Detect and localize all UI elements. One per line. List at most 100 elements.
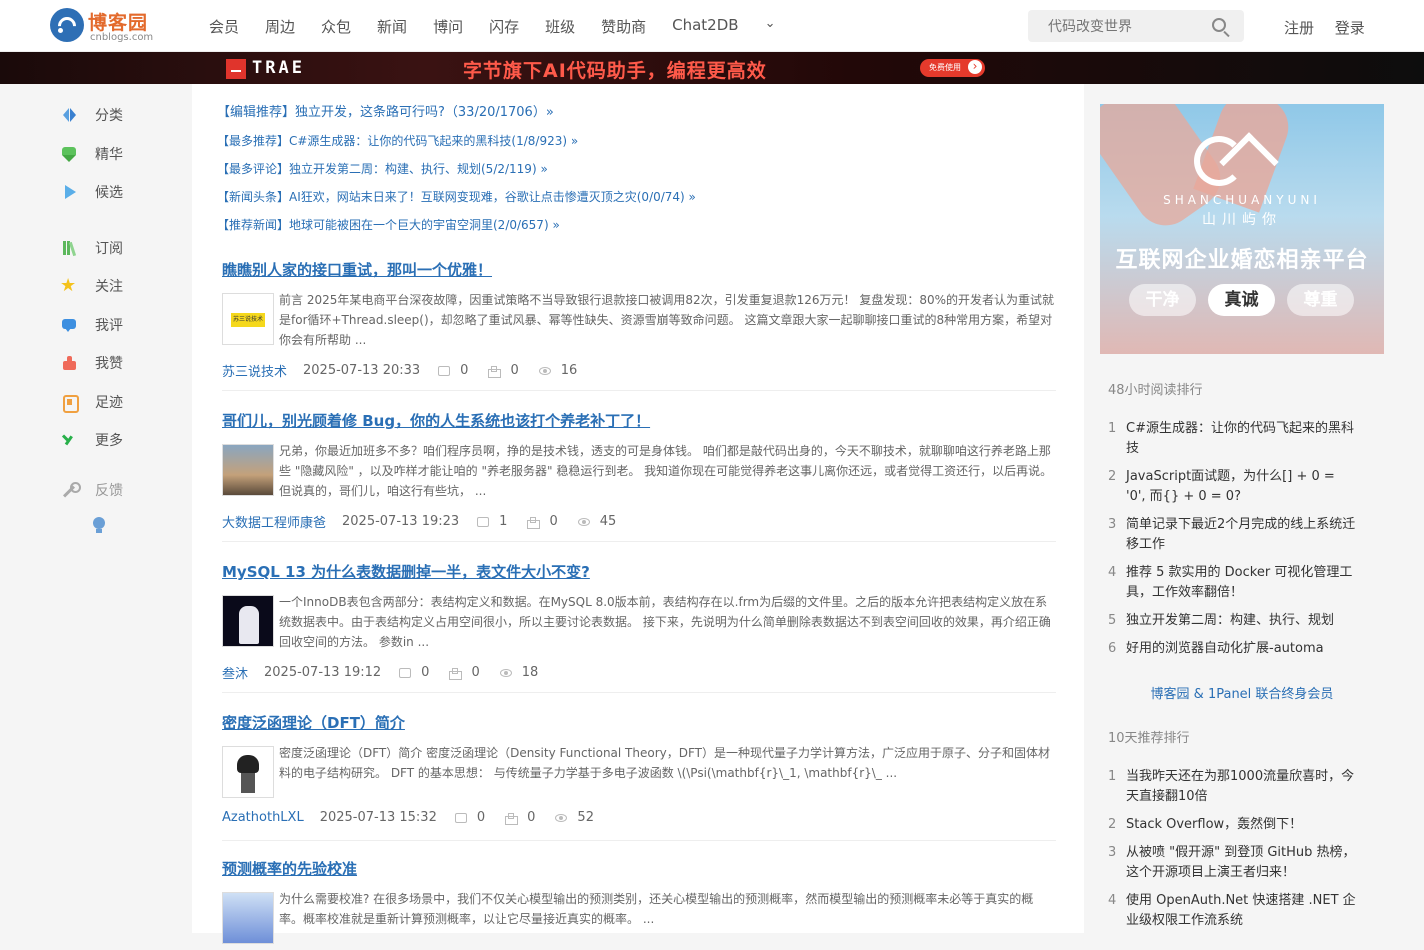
thumbs-up-icon[interactable] <box>449 667 463 680</box>
recommend-link[interactable]: 【最多推荐】C#源生成器：让你的代码飞起来的黑科技(1/8/923) » <box>217 133 696 161</box>
author-avatar[interactable]: 苏三说技术 <box>222 293 274 345</box>
author-avatar[interactable] <box>222 444 274 496</box>
comment-count: 0 <box>421 665 430 680</box>
comment-icon[interactable] <box>477 516 490 527</box>
rank-item[interactable]: 6 好用的浏览器自动化扩展-automa <box>1100 639 1358 659</box>
post-title-link[interactable]: MySQL 13 为什么表数据删掉一半，表文件大小不变? <box>222 561 590 583</box>
rank-item[interactable]: 1 当我昨天还在为那1000流量欣喜时，今天直接翻10倍 <box>1100 767 1358 807</box>
sidebar-item-label: 反馈 <box>95 483 123 499</box>
sidebar-item-my-comments[interactable]: 我评 <box>60 314 123 336</box>
play-icon <box>60 183 78 201</box>
like-count: 0 <box>510 363 519 378</box>
like-icon <box>60 354 78 372</box>
side-ad-banner[interactable]: SHANCHUANYUNI 山川屿你 互联网企业婚恋相亲平台 干净 真诚 尊重 <box>1100 104 1384 354</box>
post-author-link[interactable]: 苏三说技术 <box>222 361 287 380</box>
nav-item-class[interactable]: 班级 <box>545 16 575 37</box>
chevron-down-icon[interactable]: ⌄ <box>765 16 776 37</box>
post-title-link[interactable]: 瞧瞧别人家的接口重试，那叫一个优雅！ <box>222 259 492 281</box>
post-feed: 【编辑推荐】独立开发，这条路可行吗?（33/20/1706）» 【最多推荐】C#… <box>192 84 1084 944</box>
comment-icon[interactable] <box>438 365 451 376</box>
author-avatar[interactable] <box>222 892 274 944</box>
rank-item[interactable]: 4 使用 OpenAuth.Net 快速搭建 .NET 企业级权限工作流系统 <box>1100 891 1358 931</box>
post-title-link[interactable]: 预测概率的先验校准 <box>222 858 357 880</box>
register-link[interactable]: 注册 <box>1284 19 1314 37</box>
ad-tag: 真诚 <box>1208 284 1275 316</box>
thumbs-up-icon[interactable] <box>505 812 519 825</box>
comment-count: 0 <box>460 363 469 378</box>
login-link[interactable]: 登录 <box>1335 19 1365 37</box>
sidebar-item-category[interactable]: 分类 <box>60 104 123 126</box>
rank-item-title: 使用 OpenAuth.Net 快速搭建 .NET 企业级权限工作流系统 <box>1126 893 1356 928</box>
site-logo[interactable]: 博客园 cnblogs.com <box>50 8 160 44</box>
sidebar-item-label: 候选 <box>95 185 123 201</box>
post-title-link[interactable]: 哥们儿，别光顾着修 Bug，你的人生系统也该打个养老补丁了！ <box>222 410 650 432</box>
star-icon: ★ <box>60 275 77 296</box>
sidebar-item-candidate[interactable]: 候选 <box>60 181 123 203</box>
trae-logo-icon <box>226 59 246 79</box>
search-icon[interactable] <box>1212 18 1226 32</box>
recommend-link[interactable]: 【新闻头条】AI狂欢，网站末日来了！互联网变现难，谷歌让点击惨遭灭顶之灾(0/0… <box>217 189 696 217</box>
author-avatar[interactable] <box>222 746 274 798</box>
post-author-link[interactable]: AzathothLXL <box>222 810 304 825</box>
post-date: 2025-07-13 20:33 <box>303 363 421 378</box>
sidebar-item-subscribe[interactable]: 订阅 <box>60 237 123 259</box>
recommend-link[interactable]: 【推荐新闻】地球可能被困在一个巨大的宇宙空洞里(2/0/657) » <box>217 217 696 245</box>
post-item: 瞧瞧别人家的接口重试，那叫一个优雅！ 苏三说技术 前言 2025年某电商平台深夜… <box>222 259 1056 391</box>
rank-item[interactable]: 5 独立开发第二周：构建、执行、规划 <box>1100 611 1358 631</box>
nav-item-crowd[interactable]: 众包 <box>321 16 351 37</box>
rank-number: 1 <box>1108 421 1117 436</box>
rank-item[interactable]: 3 简单记录下最近2个月完成的线上系统迁移工作 <box>1100 515 1358 555</box>
sidebar-item-feedback[interactable]: 反馈 <box>60 479 123 501</box>
partner-link[interactable]: 博客园 & 1Panel 联合终身会员 <box>1100 683 1384 702</box>
post-summary: 一个InnoDB表包含两部分：表结构定义和数据。在MySQL 8.0版本前，表结… <box>279 595 1051 649</box>
recommend-link[interactable]: 【编辑推荐】独立开发，这条路可行吗?（33/20/1706）» <box>217 105 696 133</box>
lightbulb-icon[interactable] <box>93 517 105 533</box>
sidebar-item-label: 分类 <box>95 108 123 124</box>
sidebar-item-follow[interactable]: ★ 关注 <box>60 275 123 297</box>
post-date: 2025-07-13 19:23 <box>342 514 460 529</box>
comment-icon[interactable] <box>399 667 412 678</box>
rank-item[interactable]: 1 C#源生成器：让你的代码飞起来的黑科技 <box>1100 419 1358 459</box>
post-title-link[interactable]: 密度泛函理论（DFT）简介 <box>222 712 405 734</box>
nav-item-news[interactable]: 新闻 <box>377 16 407 37</box>
nav-item-flash[interactable]: 闪存 <box>489 16 519 37</box>
ad-brand-en: SHANCHUANYUNI <box>1163 193 1321 207</box>
ad-banner[interactable]: TRAE 字节旗下AI代码助手，编程更高效 免费使用 <box>0 52 1424 84</box>
comment-count: 1 <box>499 514 508 529</box>
sidebar-item-label: 足迹 <box>95 395 123 411</box>
nav-item-chat2db[interactable]: Chat2DB <box>672 16 738 37</box>
post-date: 2025-07-13 19:12 <box>264 665 382 680</box>
rank-item[interactable]: 4 推荐 5 款实用的 Docker 可视化管理工具，工作效率翻倍！ <box>1100 563 1358 603</box>
banner-cta-button[interactable]: 免费使用 <box>920 59 985 77</box>
left-sidebar: 分类 精华 候选 订阅 ★ 关注 我评 我赞 足迹 更多 反馈 <box>0 84 192 933</box>
post-author-link[interactable]: 叁沐 <box>222 663 248 682</box>
view-count: 52 <box>577 810 594 825</box>
nav-item-sponsor[interactable]: 赞助商 <box>601 16 646 37</box>
comment-count: 0 <box>476 810 486 825</box>
sidebar-item-label: 精华 <box>95 147 123 163</box>
nav-item-merch[interactable]: 周边 <box>265 16 295 37</box>
sidebar-item-label: 更多 <box>95 433 123 449</box>
rank-item[interactable]: 3 从被喷 "假开源" 到登顶 GitHub 热榜，这个开源项目上演王者归来！ <box>1100 843 1358 883</box>
sidebar-item-my-likes[interactable]: 我赞 <box>60 352 123 374</box>
thumbs-up-icon[interactable] <box>527 516 541 529</box>
recommend-link[interactable]: 【最多评论】独立开发第二周：构建、执行、规划(5/2/119) » <box>217 161 696 189</box>
auth-links: 注册 登录 <box>1284 17 1381 38</box>
rank-item-title: 从被喷 "假开源" 到登顶 GitHub 热榜，这个开源项目上演王者归来！ <box>1126 845 1356 880</box>
sidebar-item-label: 订阅 <box>95 241 123 257</box>
search-input[interactable] <box>1028 10 1198 42</box>
rank-item[interactable]: 2 JavaScript面试题，为什么[] + 0 = '0', 而{} + 0 … <box>1100 467 1358 507</box>
rank-item[interactable]: 2 Stack Overflow，轰然倒下！ <box>1100 815 1358 835</box>
nav-item-qa[interactable]: 博问 <box>433 16 463 37</box>
author-avatar[interactable] <box>222 595 274 647</box>
rank-item-title: 独立开发第二周：构建、执行、规划 <box>1126 613 1335 628</box>
thumbs-up-icon[interactable] <box>488 365 502 378</box>
recommend-list: 【编辑推荐】独立开发，这条路可行吗?（33/20/1706）» 【最多推荐】C#… <box>217 105 696 245</box>
sidebar-item-more[interactable]: 更多 <box>60 429 123 451</box>
nav-item-member[interactable]: 会员 <box>209 16 239 37</box>
post-author-link[interactable]: 大数据工程师康爸 <box>222 512 326 531</box>
sidebar-item-featured[interactable]: 精华 <box>60 143 123 165</box>
view-count: 45 <box>599 514 617 529</box>
comment-icon[interactable] <box>454 812 467 823</box>
sidebar-item-footprint[interactable]: 足迹 <box>60 391 123 413</box>
